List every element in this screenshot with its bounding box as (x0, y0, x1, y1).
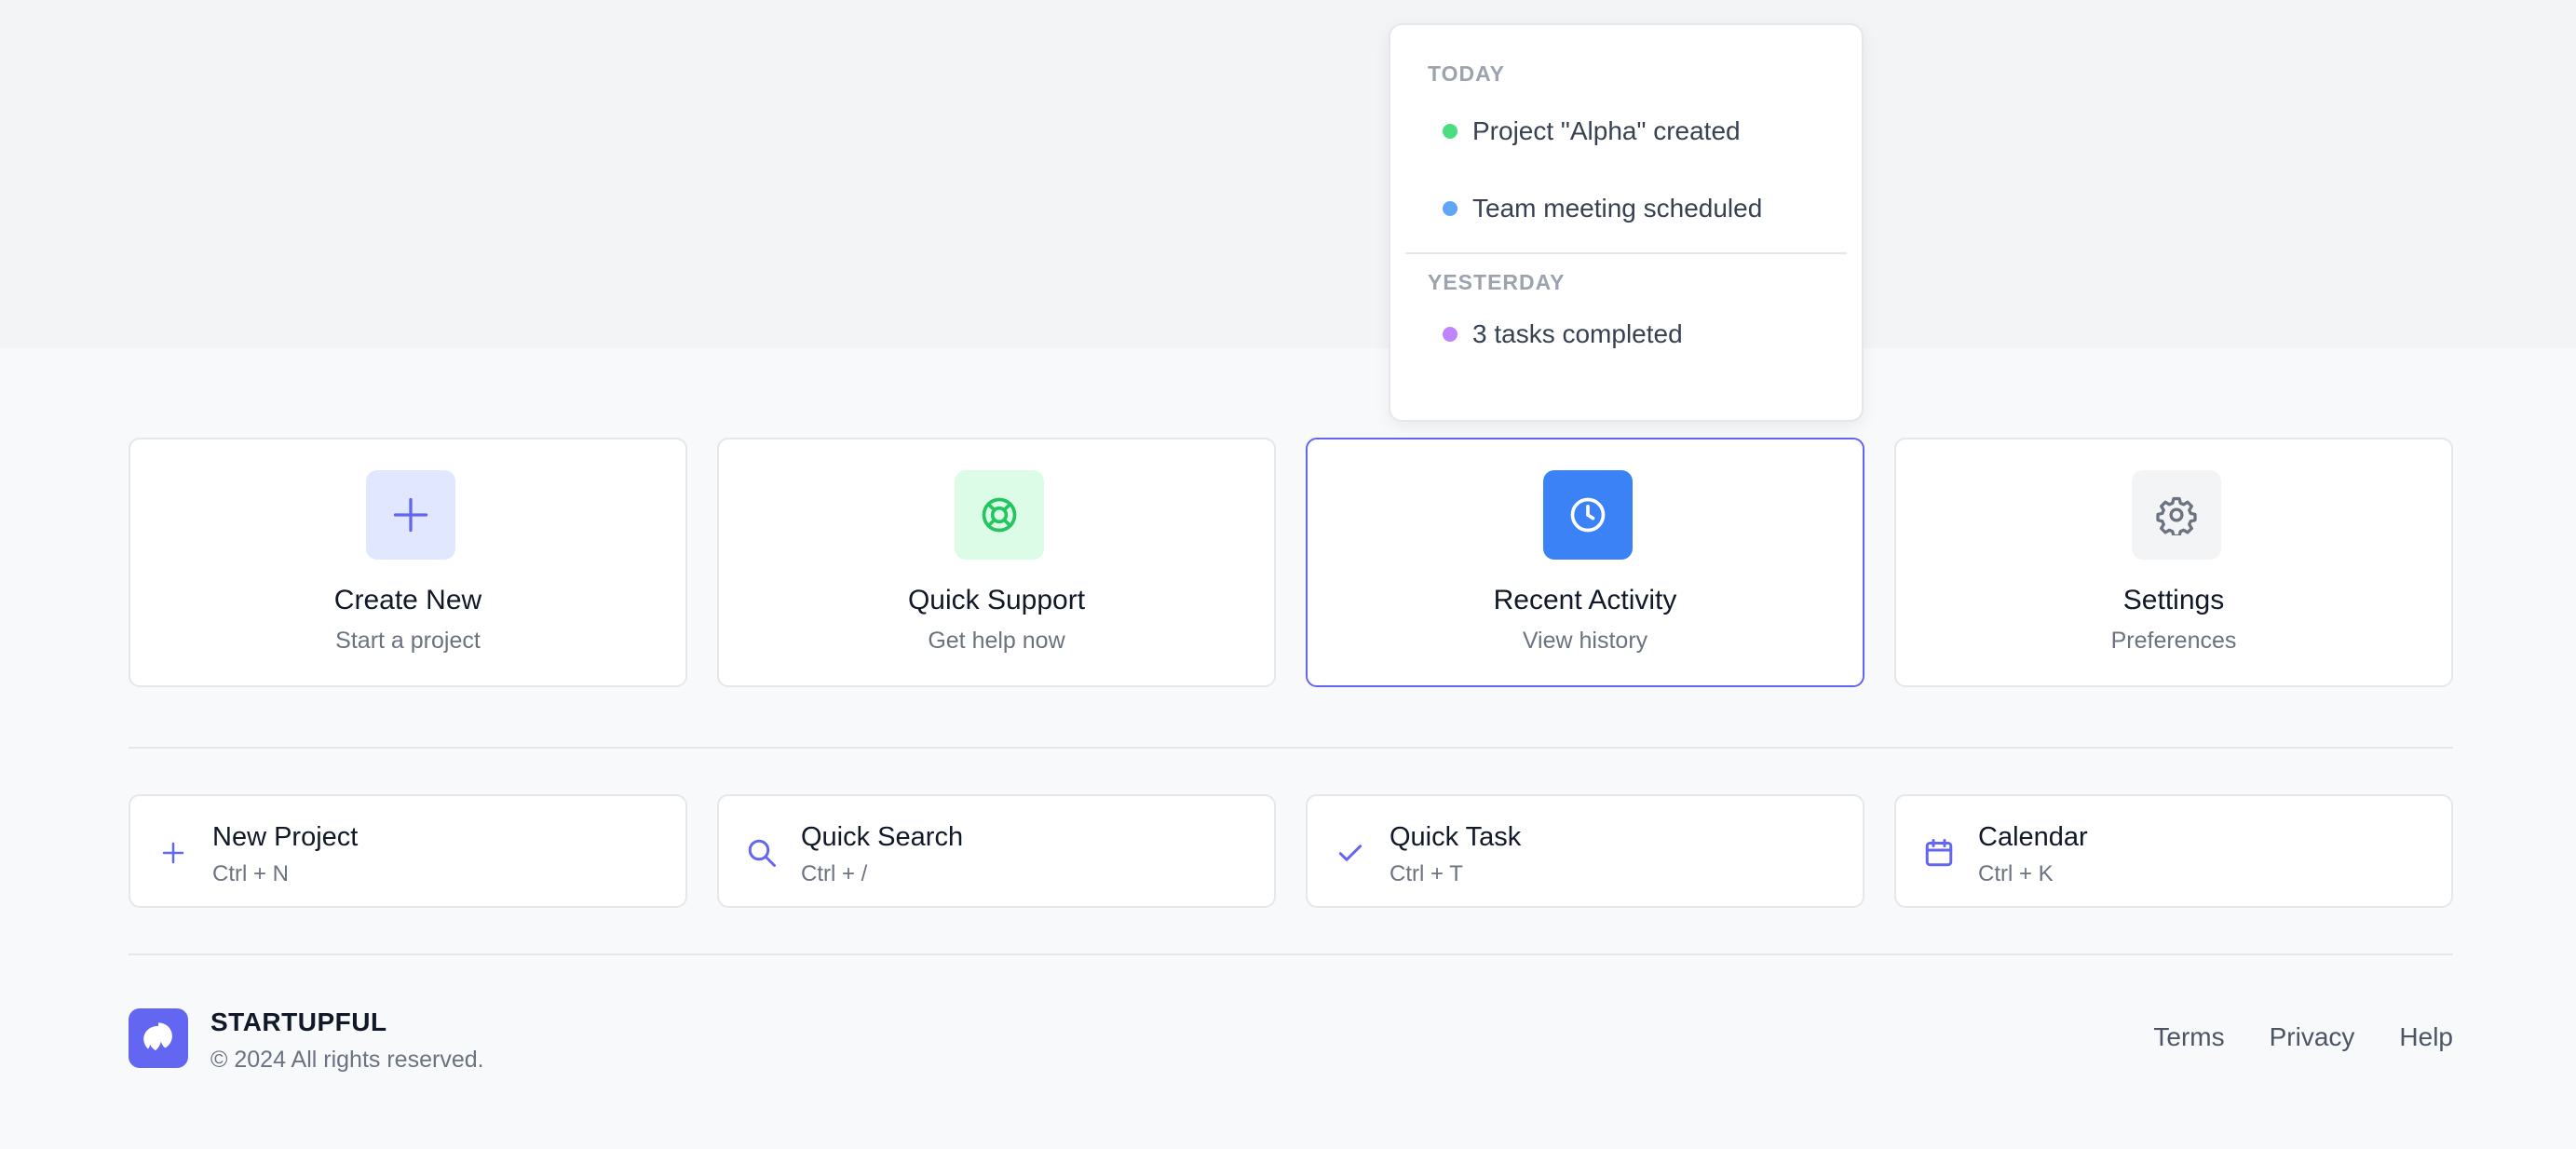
footer-divider (129, 953, 2453, 955)
section-divider (129, 747, 2453, 749)
check-icon (1332, 834, 1369, 872)
card-subtitle: Get help now (928, 628, 1065, 654)
activity-item[interactable]: Team meeting scheduled (1390, 172, 1862, 245)
shortcut-quick-search[interactable]: Quick Search Ctrl + / (717, 794, 1276, 908)
header-band (0, 0, 2576, 348)
lifebuoy-icon (955, 470, 1044, 560)
shortcut-new-project[interactable]: New Project Ctrl + N (129, 794, 687, 908)
recent-activity-dropdown: TODAY Project "Alpha" created Team meeti… (1389, 23, 1864, 422)
section-title-today: TODAY (1428, 61, 1505, 86)
activity-item-label: 3 tasks completed (1472, 319, 1683, 348)
shortcut-keys: Ctrl + N (212, 861, 290, 886)
shortcut-keys: Ctrl + T (1390, 861, 1463, 886)
dropdown-divider (1405, 252, 1847, 254)
footer-link-terms[interactable]: Terms (2153, 1022, 2224, 1052)
shortcut-title: New Project (212, 822, 359, 852)
activity-item-label: Team meeting scheduled (1472, 194, 1763, 223)
shortcut-quick-task[interactable]: Quick Task Ctrl + T (1306, 794, 1864, 908)
shortcut-keys: Ctrl + K (1978, 861, 2054, 886)
status-dot-blue (1443, 201, 1457, 216)
card-settings[interactable]: Settings Preferences (1894, 438, 2453, 687)
clock-icon (1543, 470, 1633, 560)
shortcut-calendar[interactable]: Calendar Ctrl + K (1894, 794, 2453, 908)
card-quick-support[interactable]: Quick Support Get help now (717, 438, 1276, 687)
shortcut-title: Calendar (1978, 822, 2088, 852)
card-title: Settings (2122, 585, 2225, 615)
gear-icon (2132, 470, 2221, 560)
startupful-logo[interactable] (129, 1008, 188, 1068)
card-title: Quick Support (907, 585, 1086, 615)
footer-link-help[interactable]: Help (2399, 1022, 2453, 1052)
card-title: Recent Activity (1493, 585, 1677, 615)
activity-item-label: Project "Alpha" created (1472, 116, 1741, 145)
activity-item[interactable]: 3 tasks completed (1390, 299, 1862, 370)
shortcut-title: Quick Task (1390, 822, 1522, 852)
status-dot-purple (1443, 327, 1457, 342)
shortcut-title: Quick Search (801, 822, 964, 852)
plus-icon (366, 470, 455, 560)
card-title: Create New (333, 585, 482, 615)
activity-item[interactable]: Project "Alpha" created (1390, 90, 1862, 172)
card-create-new[interactable]: Create New Start a project (129, 438, 687, 687)
shortcut-keys: Ctrl + / (801, 861, 868, 886)
card-subtitle: View history (1522, 628, 1648, 654)
status-dot-green (1443, 124, 1457, 139)
search-icon (743, 834, 780, 872)
card-subtitle: Start a project (335, 628, 481, 654)
card-subtitle: Preferences (2110, 628, 2237, 654)
card-recent-activity[interactable]: Recent Activity View history (1306, 438, 1864, 687)
footer-link-privacy[interactable]: Privacy (2270, 1022, 2355, 1052)
footer-links: Terms Privacy Help (2153, 1022, 2453, 1052)
section-title-yesterday: YESTERDAY (1428, 270, 1566, 294)
calendar-icon (1920, 834, 1958, 872)
logo-icon (143, 1022, 172, 1051)
plus-icon (155, 834, 192, 872)
brand-name: STARTUPFUL (210, 1007, 387, 1036)
copyright-text: © 2024 All rights reserved. (210, 1047, 484, 1073)
